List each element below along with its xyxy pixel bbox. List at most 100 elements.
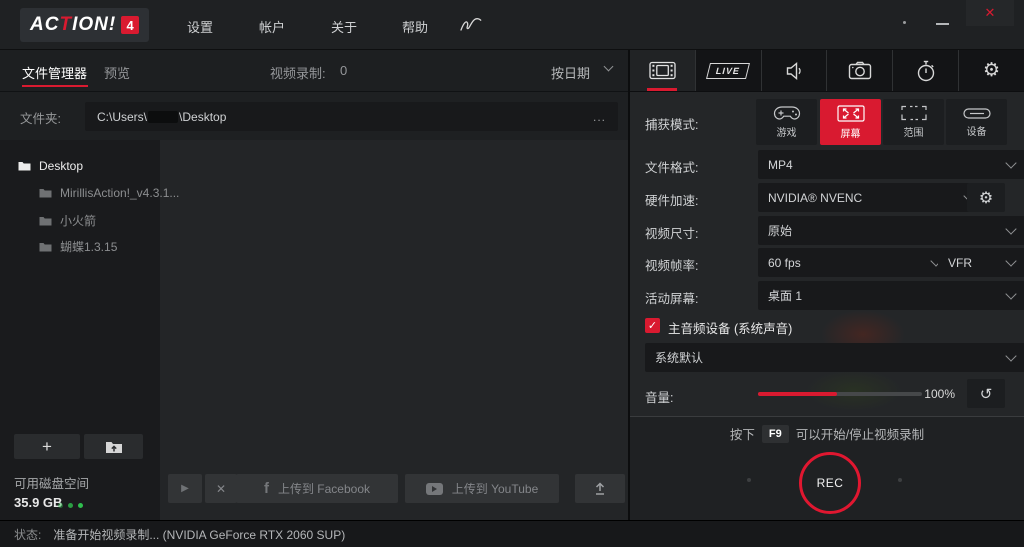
framerate-value: 60 fps bbox=[768, 256, 801, 270]
framerate-dropdown[interactable]: 60 fps bbox=[758, 248, 950, 277]
active-tab-underline bbox=[22, 85, 88, 87]
close-icon: ✕ bbox=[985, 5, 996, 21]
file-list-area[interactable] bbox=[160, 140, 628, 520]
chevron-down-icon bbox=[1005, 350, 1016, 361]
gear-icon: ⚙ bbox=[979, 188, 993, 208]
live-icon: LIVE bbox=[706, 63, 750, 79]
upload-facebook-button[interactable]: f 上传到 Facebook bbox=[236, 474, 398, 503]
chevron-down-icon[interactable] bbox=[604, 62, 614, 72]
rec-button[interactable]: REC bbox=[799, 452, 861, 514]
capture-mode-game[interactable]: 游戏 bbox=[756, 99, 817, 145]
upload-youtube-button[interactable]: 上传到 YouTube bbox=[405, 474, 559, 503]
film-icon bbox=[649, 61, 676, 80]
chevron-down-icon bbox=[1005, 255, 1016, 266]
menu-account[interactable]: 帐户 bbox=[259, 17, 285, 36]
active-screen-dropdown[interactable]: 桌面 1 bbox=[758, 281, 1024, 310]
app-logo-text: ACTION! bbox=[30, 14, 116, 36]
volume-reset-button[interactable]: ↺ bbox=[967, 379, 1005, 408]
capture-mode-label: 捕获模式: bbox=[645, 114, 698, 133]
chevron-down-icon bbox=[1005, 223, 1016, 234]
speaker-icon bbox=[784, 61, 804, 81]
app-logo: ACTION! 4 bbox=[20, 8, 149, 42]
tab-benchmark[interactable] bbox=[892, 50, 958, 91]
delete-button[interactable]: ✕ bbox=[205, 474, 237, 503]
disk-space-label: 可用磁盘空间 bbox=[14, 473, 89, 492]
tree-item-xiaohuojian[interactable]: 小火箭 bbox=[39, 212, 96, 229]
audio-device-dropdown[interactable]: 系统默认 bbox=[645, 343, 1024, 372]
app-version-badge: 4 bbox=[121, 16, 139, 34]
tab-settings[interactable]: ⚙ bbox=[958, 50, 1024, 91]
folder-label: 文件夹: bbox=[20, 108, 61, 127]
hotkey-prefix: 按下 bbox=[730, 424, 755, 443]
clear-icon: ✕ bbox=[216, 482, 226, 496]
tab-screenshot[interactable] bbox=[826, 50, 892, 91]
hotkey-hint: 按下 F9 可以开始/停止视频录制 bbox=[630, 424, 1024, 443]
disk-led-1 bbox=[58, 503, 63, 508]
video-size-label: 视频尺寸: bbox=[645, 223, 698, 242]
tab-preview[interactable]: 预览 bbox=[104, 63, 130, 82]
recordings-count-value: 0 bbox=[340, 63, 347, 78]
menu-settings[interactable]: 设置 bbox=[187, 17, 213, 36]
stopwatch-icon bbox=[916, 60, 936, 82]
menu-about[interactable]: 关于 bbox=[331, 17, 357, 36]
minimize-button[interactable] bbox=[936, 23, 949, 25]
sort-by-dropdown[interactable]: 按日期 bbox=[551, 63, 590, 82]
capture-mode-label-device: 设备 bbox=[967, 123, 987, 138]
hotkey-suffix: 可以开始/停止视频录制 bbox=[796, 424, 924, 443]
audio-device-value: 系统默认 bbox=[655, 349, 703, 366]
tree-item-desktop[interactable]: Desktop bbox=[18, 159, 83, 173]
framerate-mode-dropdown[interactable]: VFR bbox=[938, 248, 1024, 277]
capture-mode-device[interactable]: 设备 bbox=[946, 99, 1007, 145]
folder-path-input[interactable]: C:\Users\\Desktop ... bbox=[85, 102, 618, 131]
volume-slider[interactable] bbox=[758, 392, 922, 396]
tree-item-label: Desktop bbox=[39, 159, 83, 173]
upload-youtube-label: 上传到 YouTube bbox=[452, 480, 539, 497]
titlebar: ACTION! 4 设置 帐户 关于 帮助 ✕ bbox=[0, 0, 1024, 50]
tray-minimize-button[interactable] bbox=[903, 21, 906, 24]
gear-icon: ⚙ bbox=[983, 59, 1000, 82]
capture-mode-region[interactable]: 范围 bbox=[883, 99, 944, 145]
file-format-label: 文件格式: bbox=[645, 157, 698, 176]
chevron-down-icon bbox=[1005, 157, 1016, 168]
play-button[interactable]: ▶ bbox=[168, 474, 202, 503]
tree-item-label: MirillisAction!_v4.3.1... bbox=[60, 186, 179, 200]
add-folder-button[interactable]: + bbox=[14, 434, 80, 459]
tab-video-recording[interactable] bbox=[630, 50, 695, 91]
folder-icon bbox=[18, 161, 31, 171]
primary-audio-label: 主音频设备 (系统声音) bbox=[668, 318, 792, 337]
hw-accel-settings-button[interactable]: ⚙ bbox=[967, 183, 1005, 212]
active-screen-label: 活动屏幕: bbox=[645, 288, 698, 307]
tree-item-label: 蝴蝶1.3.15 bbox=[60, 238, 117, 255]
file-format-dropdown[interactable]: MP4 bbox=[758, 150, 1024, 179]
gamepad-icon bbox=[773, 105, 801, 121]
capture-mode-screen[interactable]: 屏幕 bbox=[820, 99, 881, 145]
import-folder-button[interactable] bbox=[84, 434, 143, 459]
primary-audio-checkbox[interactable]: ✓ bbox=[645, 318, 660, 333]
hw-accel-dropdown[interactable]: NVIDIA® NVENC bbox=[758, 183, 983, 212]
rec-side-dot-left bbox=[747, 478, 751, 482]
video-size-dropdown[interactable]: 原始 bbox=[758, 216, 1024, 245]
tab-file-manager[interactable]: 文件管理器 bbox=[22, 63, 87, 82]
screen-capture-icon bbox=[837, 105, 865, 122]
plus-icon: + bbox=[42, 437, 52, 457]
folder-import-icon bbox=[105, 440, 123, 454]
tree-item-mirillis[interactable]: MirillisAction!_v4.3.1... bbox=[39, 186, 179, 200]
folder-icon bbox=[39, 242, 52, 252]
reset-icon: ↺ bbox=[980, 385, 993, 403]
capture-mode-label-region: 范围 bbox=[904, 124, 924, 139]
browse-folder-button[interactable]: ... bbox=[593, 110, 606, 124]
tree-item-label: 小火箭 bbox=[60, 212, 96, 229]
tree-item-hudie[interactable]: 蝴蝶1.3.15 bbox=[39, 238, 117, 255]
active-screen-value: 桌面 1 bbox=[768, 287, 802, 304]
folder-row: 文件夹: C:\Users\\Desktop ... bbox=[0, 92, 630, 140]
framerate-label: 视频帧率: bbox=[645, 255, 698, 274]
folder-path-prefix: C:\Users\ bbox=[97, 110, 147, 124]
close-button[interactable]: ✕ bbox=[966, 0, 1014, 26]
capture-mode-label-screen: 屏幕 bbox=[841, 125, 861, 140]
tab-audio-recording[interactable] bbox=[761, 50, 827, 91]
check-icon: ✓ bbox=[648, 319, 657, 332]
export-button[interactable] bbox=[575, 474, 625, 503]
menu-help[interactable]: 帮助 bbox=[402, 17, 428, 36]
pen-tool-icon[interactable] bbox=[460, 17, 482, 32]
tab-live-streaming[interactable]: LIVE bbox=[695, 50, 761, 91]
